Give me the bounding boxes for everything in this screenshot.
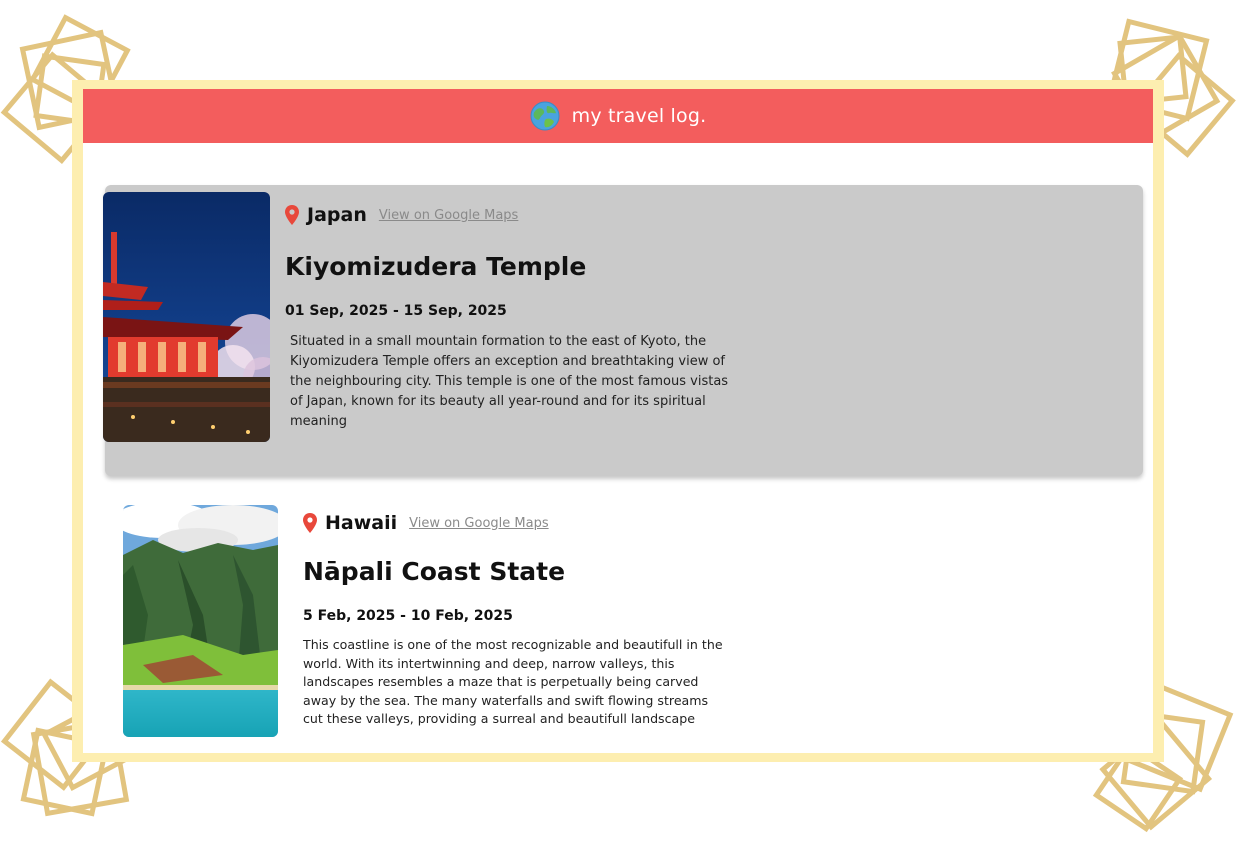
location-pin-icon <box>303 513 317 533</box>
google-maps-link[interactable]: View on Google Maps <box>409 516 549 531</box>
place-title: Kiyomizudera Temple <box>285 252 587 281</box>
place-description: Situated in a small mountain formation t… <box>290 334 729 429</box>
google-maps-link[interactable]: View on Google Maps <box>379 208 519 223</box>
travel-dates: 5 Feb, 2025 - 10 Feb, 2025 <box>303 608 513 624</box>
travel-entry-card[interactable]: Hawaii View on Google Maps Nāpali Coast … <box>105 501 1143 753</box>
location-pin-icon <box>285 205 299 225</box>
country-label: Japan <box>307 204 367 226</box>
coastline-photo <box>123 505 278 737</box>
app-window: my travel log. Japan View on Google Maps… <box>83 89 1153 753</box>
app-frame: my travel log. Japan View on Google Maps… <box>72 80 1164 762</box>
travel-dates: 01 Sep, 2025 - 15 Sep, 2025 <box>285 303 507 319</box>
country-label: Hawaii <box>325 512 398 534</box>
temple-photo <box>103 192 270 442</box>
app-header: my travel log. <box>83 89 1153 143</box>
app-title: my travel log. <box>571 104 707 127</box>
travel-entry-card[interactable]: Japan View on Google Maps Kiyomizudera T… <box>103 185 1143 476</box>
globe-icon <box>530 101 560 131</box>
place-description: This coastline is one of the most recogn… <box>303 637 723 726</box>
place-title: Nāpali Coast State <box>303 557 566 586</box>
